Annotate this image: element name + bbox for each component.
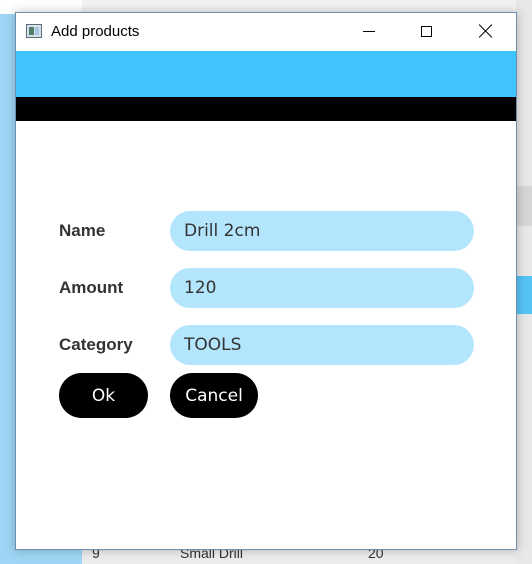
maximize-icon (421, 26, 432, 37)
minimize-button[interactable] (346, 13, 392, 51)
category-input[interactable] (170, 325, 474, 365)
maximize-button[interactable] (404, 13, 450, 51)
background-right-edge (516, 0, 532, 564)
amount-input[interactable] (170, 268, 474, 308)
background-grey-band (516, 186, 532, 226)
name-label: Name (59, 221, 106, 240)
category-label: Category (59, 335, 133, 354)
cancel-button[interactable]: Cancel (170, 373, 258, 418)
amount-label: Amount (59, 278, 124, 297)
app-icon (26, 24, 42, 38)
close-icon (478, 23, 494, 39)
add-products-window: Add products Name Amount Category Ok Can… (15, 12, 517, 550)
background-selected-row (516, 276, 532, 314)
black-band (16, 97, 516, 121)
close-button[interactable] (463, 13, 509, 51)
header-band (16, 51, 516, 97)
name-input[interactable] (170, 211, 474, 251)
ok-button[interactable]: Ok (59, 373, 148, 418)
minimize-icon (363, 31, 375, 32)
window-title: Add products (51, 23, 140, 40)
title-bar[interactable]: Add products (16, 13, 516, 51)
